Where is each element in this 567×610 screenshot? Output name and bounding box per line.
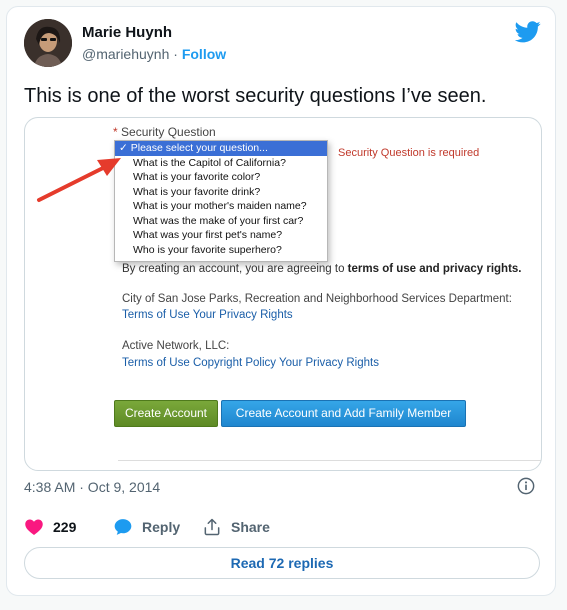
active-privacy-link[interactable]: Your Privacy Rights <box>279 357 379 369</box>
option-text: Please select your question... <box>130 142 268 154</box>
tweet-media-image[interactable]: * Security Question ✓ Please select your… <box>24 117 542 471</box>
tweet-timestamp[interactable]: 4:38 AM · Oct 9, 2014 <box>24 479 160 495</box>
heart-icon <box>25 519 43 535</box>
reply-bubble-icon <box>114 519 132 535</box>
share-label: Share <box>231 519 270 535</box>
reply-label: Reply <box>142 519 181 535</box>
active-network-name: Active Network, LLC: <box>122 340 230 352</box>
dropdown-option[interactable]: What is your mother's maiden name? <box>115 199 327 214</box>
follow-button[interactable]: Follow <box>182 46 226 62</box>
dept-terms-link[interactable]: Terms of Use <box>122 309 190 321</box>
share-icon <box>204 518 220 536</box>
divider <box>118 460 541 461</box>
required-marker: * <box>113 125 118 139</box>
read-replies-button[interactable]: Read 72 replies <box>24 547 540 579</box>
dropdown-option[interactable]: What is the Capitol of California? <box>115 156 327 171</box>
security-question-label-text: Security Question <box>121 125 216 139</box>
agree-bold: terms of use and privacy rights. <box>347 263 522 275</box>
agree-prefix: By creating an account, you are agreeing… <box>122 263 348 275</box>
avatar-image <box>24 19 72 67</box>
share-button[interactable]: Share <box>202 517 270 537</box>
terms-agreement-text: By creating an account, you are agreeing… <box>122 263 522 275</box>
security-question-dropdown[interactable]: ✓ Please select your question... What is… <box>114 140 328 262</box>
dropdown-option[interactable]: What was your first pet's name? <box>115 228 327 243</box>
author-handle[interactable]: @mariehuynh <box>82 46 169 62</box>
security-question-label: * Security Question <box>113 125 216 139</box>
author-handle-row: @mariehuynh · Follow <box>82 46 226 62</box>
tweet-text: This is one of the worst security questi… <box>24 85 487 107</box>
dropdown-option-selected[interactable]: ✓ Please select your question... <box>115 141 327 156</box>
active-network-links: Terms of Use Copyright Policy Your Priva… <box>122 357 379 369</box>
avatar[interactable] <box>24 19 72 67</box>
dept-privacy-link[interactable]: Your Privacy Rights <box>193 309 293 321</box>
reply-button[interactable]: Reply <box>113 517 180 537</box>
dropdown-option[interactable]: What is your favorite drink? <box>115 185 327 200</box>
department-links: Terms of Use Your Privacy Rights <box>122 309 293 321</box>
info-icon[interactable] <box>517 477 535 495</box>
department-name: City of San Jose Parks, Recreation and N… <box>122 293 512 305</box>
screenshot-content: * Security Question ✓ Please select your… <box>25 118 541 470</box>
active-terms-link[interactable]: Terms of Use <box>122 357 190 369</box>
like-button[interactable]: 229 <box>24 517 76 537</box>
dropdown-option[interactable]: Who is your favorite superhero? <box>115 243 327 258</box>
create-account-button[interactable]: Create Account <box>114 400 218 427</box>
dropdown-option[interactable]: What was the make of your first car? <box>115 214 327 229</box>
like-count: 229 <box>53 519 77 535</box>
twitter-bird-icon[interactable] <box>515 21 541 43</box>
red-arrow-icon <box>37 158 121 202</box>
security-question-error: Security Question is required <box>338 147 480 159</box>
author-name[interactable]: Marie Huynh <box>82 24 172 41</box>
separator-dot: · <box>173 46 178 62</box>
tweet-card: Marie Huynh @mariehuynh · Follow This is… <box>6 6 556 596</box>
dropdown-option[interactable]: What is your favorite color? <box>115 170 327 185</box>
active-copyright-link[interactable]: Copyright Policy <box>193 357 276 369</box>
create-account-family-button[interactable]: Create Account and Add Family Member <box>221 400 466 427</box>
